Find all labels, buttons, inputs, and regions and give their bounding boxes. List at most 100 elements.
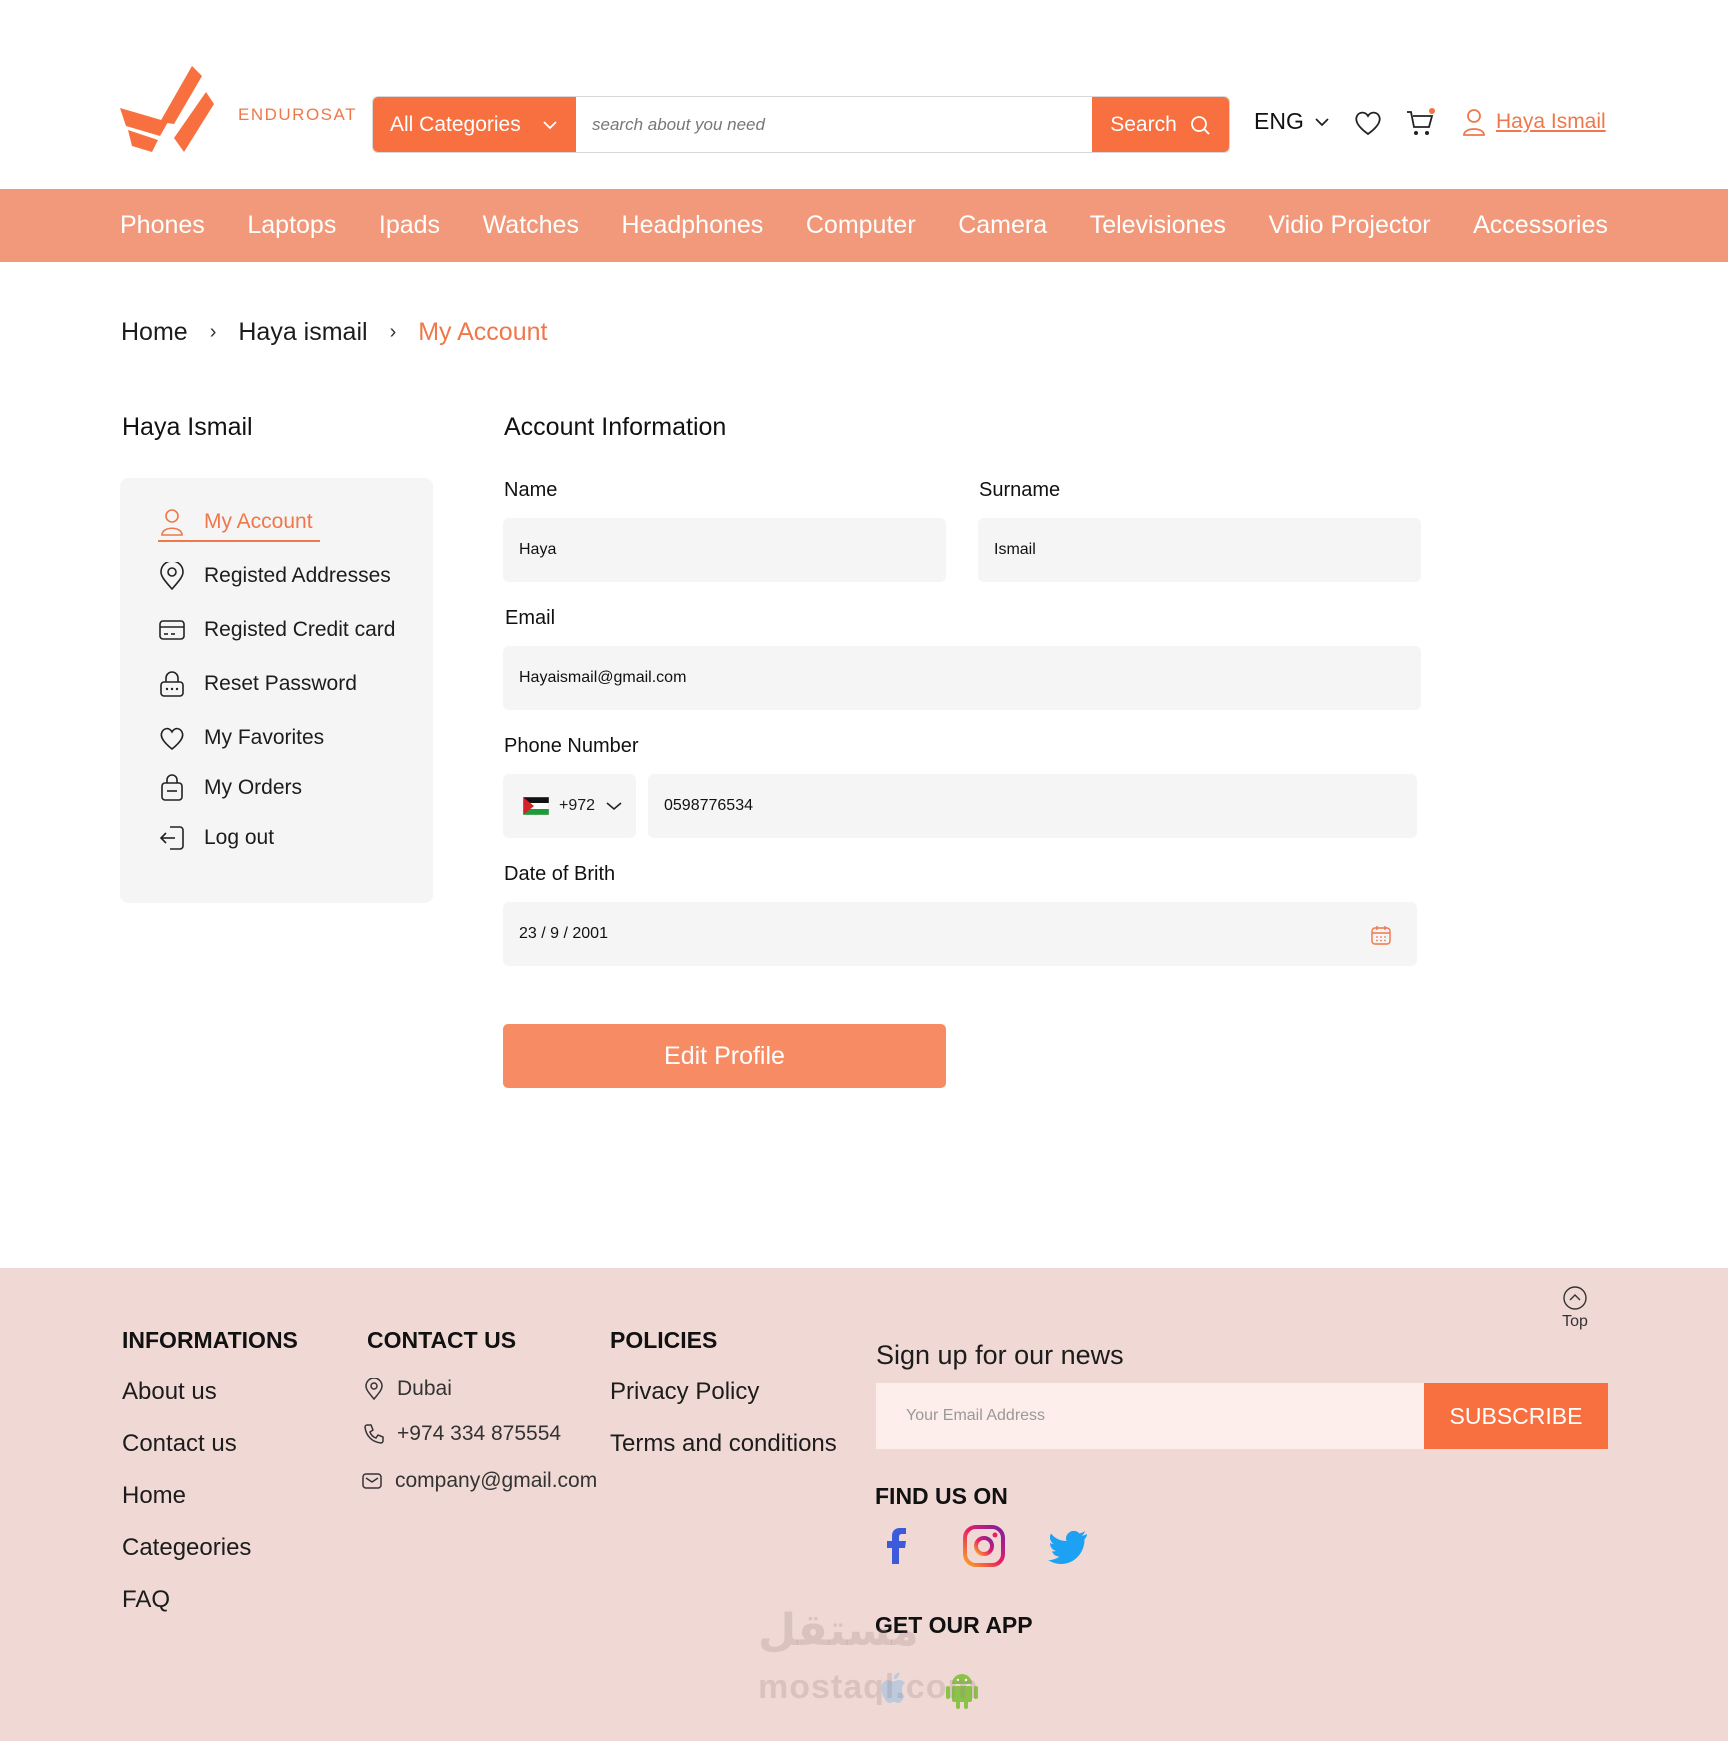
all-categories-label: All Categories	[390, 112, 521, 136]
email-field[interactable]: Hayaismail@gmail.com	[503, 646, 1421, 710]
sidebar-item-label: Registed Addresses	[204, 564, 391, 587]
footer-link-privacy[interactable]: Privacy Policy	[610, 1378, 759, 1406]
nav-item-vidio-projector[interactable]: Vidio Projector	[1268, 211, 1430, 240]
instagram-icon[interactable]	[962, 1524, 1006, 1568]
breadcrumb-user[interactable]: Haya ismail	[238, 318, 367, 347]
surname-label: Surname	[979, 479, 1061, 501]
search-button-label: Search	[1110, 112, 1177, 136]
nav-item-headphones[interactable]: Headphones	[622, 211, 764, 240]
facebook-icon[interactable]	[875, 1524, 919, 1568]
footer-link-faq[interactable]: FAQ	[122, 1586, 170, 1614]
edit-profile-label: Edit Profile	[664, 1041, 785, 1070]
watermark-latin: mostaql.com	[758, 1668, 979, 1706]
phone-icon	[364, 1424, 384, 1444]
watermark-arabic: مستقل	[758, 1606, 919, 1655]
back-to-top-button[interactable]: Top	[1562, 1285, 1588, 1331]
contact-email-value[interactable]: company@gmail.com	[395, 1469, 597, 1493]
footer-link-terms[interactable]: Terms and conditions	[610, 1430, 837, 1458]
surname-field[interactable]: Ismail	[978, 518, 1421, 582]
informations-heading: INFORMATIONS	[122, 1327, 298, 1353]
brand-logo[interactable]: ENDUROSAT	[120, 64, 357, 154]
contact-city: Dubai	[397, 1377, 452, 1400]
sidebar-item-reset-password[interactable]: Reset Password	[158, 670, 357, 698]
sidebar-item-label: My Account	[204, 510, 313, 533]
footer-link-contact[interactable]: Contact us	[122, 1430, 237, 1458]
breadcrumb-home[interactable]: Home	[121, 318, 188, 347]
nav-item-laptops[interactable]: Laptops	[247, 211, 336, 240]
sidebar-item-credit-card[interactable]: Registed Credit card	[158, 616, 395, 644]
brand-name: ENDUROSAT	[238, 105, 357, 124]
account-sidebar: My Account Registed Addresses Registed C…	[120, 478, 433, 903]
all-categories-dropdown[interactable]: All Categories	[373, 97, 576, 152]
language-label: ENG	[1254, 108, 1304, 134]
bag-icon	[161, 774, 183, 801]
twitter-icon[interactable]	[1047, 1524, 1091, 1568]
calendar-icon[interactable]	[1370, 924, 1392, 946]
footer-link-about[interactable]: About us	[122, 1378, 217, 1406]
palestine-flag-icon	[523, 797, 549, 815]
chevron-down-icon	[606, 802, 622, 811]
country-code-select[interactable]: +972	[503, 774, 636, 838]
phone-label: Phone Number	[504, 735, 639, 757]
name-field[interactable]: Haya	[503, 518, 946, 582]
email-value: Hayaismail@gmail.com	[519, 669, 687, 686]
nav-item-accessories[interactable]: Accessories	[1473, 211, 1608, 240]
sidebar-item-my-account[interactable]: My Account	[158, 508, 320, 542]
footer-link-home[interactable]: Home	[122, 1482, 186, 1510]
dob-label: Date of Brith	[504, 863, 616, 885]
sidebar-item-label: Reset Password	[204, 672, 357, 695]
nav-item-televisiones[interactable]: Televisiones	[1090, 211, 1226, 240]
breadcrumb-separator: ›	[389, 321, 397, 343]
search-input[interactable]	[576, 97, 1092, 152]
newsletter-email-input[interactable]	[876, 1383, 1424, 1449]
email-label: Email	[505, 607, 556, 629]
heart-icon	[160, 727, 184, 751]
find-us-heading: FIND US ON	[875, 1483, 1008, 1509]
nav-item-phones[interactable]: Phones	[120, 211, 205, 240]
chevron-down-icon	[1315, 117, 1329, 126]
sidebar-title: Haya Ismail	[122, 413, 253, 441]
user-name-link: Haya Ismail	[1496, 110, 1606, 133]
sidebar-item-logout[interactable]: Log out	[158, 824, 274, 852]
location-pin-icon	[365, 1378, 383, 1400]
country-code-value: +972	[559, 797, 596, 814]
language-selector[interactable]: ENG	[1254, 108, 1330, 135]
phone-field[interactable]: 0598776534	[648, 774, 1417, 838]
edit-profile-button[interactable]: Edit Profile	[503, 1024, 946, 1088]
subscribe-button[interactable]: SUBSCRIBE	[1424, 1383, 1608, 1449]
dob-value: 23 / 9 / 2001	[519, 925, 608, 942]
sidebar-item-orders[interactable]: My Orders	[158, 774, 302, 802]
sidebar-item-label: Log out	[204, 826, 275, 849]
nav-item-camera[interactable]: Camera	[958, 211, 1047, 240]
logout-icon	[159, 826, 184, 850]
sidebar-item-addresses[interactable]: Registed Addresses	[158, 562, 391, 590]
contact-email: company@gmail.com	[361, 1469, 597, 1493]
name-label: Name	[504, 479, 558, 501]
contact-phone: +974 334 875554	[363, 1422, 561, 1446]
nav-item-computer[interactable]: Computer	[806, 211, 916, 240]
newsletter-title: Sign up for our news	[876, 1340, 1124, 1370]
chevron-up-circle-icon	[1563, 1286, 1587, 1310]
user-icon	[1463, 109, 1485, 136]
sidebar-item-favorites[interactable]: My Favorites	[158, 724, 324, 752]
heart-icon[interactable]	[1353, 108, 1383, 138]
cart-icon[interactable]	[1405, 108, 1435, 138]
back-to-top-label: Top	[1562, 1313, 1588, 1330]
contact-location: Dubai	[363, 1377, 452, 1401]
account-info-title: Account Information	[504, 413, 727, 441]
phone-value: 0598776534	[664, 797, 753, 814]
search-button[interactable]: Search	[1092, 97, 1229, 152]
dob-field[interactable]: 23 / 9 / 2001	[503, 902, 1417, 966]
search-bar: All Categories Search	[372, 96, 1230, 153]
name-value: Haya	[519, 541, 557, 558]
user-account-link[interactable]: Haya Ismail	[1462, 108, 1606, 136]
logo-mark-icon	[120, 66, 214, 152]
nav-item-watches[interactable]: Watches	[483, 211, 579, 240]
nav-item-ipads[interactable]: Ipads	[379, 211, 440, 240]
search-icon	[1190, 115, 1210, 135]
policies-heading: POLICIES	[610, 1327, 718, 1353]
credit-card-icon	[159, 620, 185, 640]
footer-link-categories[interactable]: Categeories	[122, 1534, 251, 1562]
contact-phone-value[interactable]: +974 334 875554	[397, 1422, 561, 1446]
breadcrumb: Home › Haya ismail › My Account	[121, 318, 547, 347]
